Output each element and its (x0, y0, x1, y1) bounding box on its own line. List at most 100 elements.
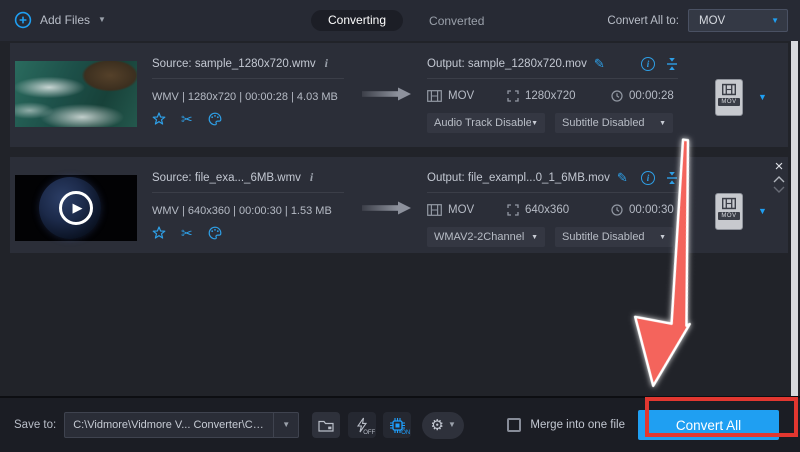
divider (152, 78, 344, 79)
source-metadata: WMV | 1280x720 | 00:00:28 | 4.03 MB (152, 91, 357, 103)
on-tag: ON (401, 430, 410, 436)
hardware-acceleration-off-button[interactable]: OFF (348, 412, 376, 438)
play-icon[interactable]: ▶ (59, 191, 93, 225)
convert-all-button[interactable]: Convert All (638, 410, 779, 440)
merge-checkbox[interactable] (507, 418, 521, 432)
audio-track-dropdown[interactable]: Audio Track Disabled ▼ (427, 113, 545, 133)
merge-option: Merge into one file (507, 418, 625, 432)
tab-converting[interactable]: Converting (311, 10, 403, 31)
save-path-value: C:\Vidmore\Vidmore V... Converter\Conver… (65, 419, 273, 431)
output-filename: Output: file_exampl...0_1_6MB.mov (427, 172, 610, 184)
chevron-down-icon: ▼ (531, 120, 538, 127)
output-resolution: 1280x720 (525, 90, 576, 102)
chevron-down-icon[interactable]: ▼ (758, 206, 767, 216)
source-filename: Source: sample_1280x720.wmv (152, 58, 316, 70)
chevron-down-icon: ▼ (771, 17, 779, 25)
info-icon[interactable]: i (310, 170, 313, 185)
settings-button[interactable]: ⚙ ▼ (422, 412, 464, 439)
file-row: ▶ Source: file_exa..._6MB.wmv i WMV | 64… (10, 157, 788, 253)
resolution-icon (507, 204, 519, 216)
chevron-down-icon: ▼ (659, 234, 666, 241)
rename-icon[interactable]: ✎ (617, 171, 628, 184)
palette-icon[interactable] (208, 226, 222, 240)
output-filename: Output: sample_1280x720.mov (427, 58, 587, 70)
scrollbar[interactable] (791, 41, 798, 396)
convert-all-to-dropdown[interactable]: MOV ▼ (688, 9, 788, 32)
tab-bar: Converting Converted (311, 10, 484, 31)
output-format-button[interactable]: MOV (715, 79, 743, 116)
output-info: Output: sample_1280x720.mov ✎ i (427, 56, 678, 133)
source-info: Source: file_exa..._6MB.wmv i WMV | 640x… (152, 170, 357, 240)
chevron-down-icon: ▼ (98, 16, 106, 24)
compress-icon[interactable] (666, 171, 678, 185)
resolution-icon (507, 90, 519, 102)
convert-all-to-label: Convert All to: (607, 15, 679, 27)
tab-converted[interactable]: Converted (429, 14, 484, 28)
chevron-down-icon[interactable]: ▼ (758, 92, 767, 102)
divider (427, 78, 678, 79)
film-icon (722, 83, 736, 96)
video-thumbnail[interactable]: ▶ (15, 175, 137, 241)
gpu-acceleration-on-button[interactable]: ON (383, 412, 411, 438)
open-folder-button[interactable] (312, 412, 340, 438)
output-duration: 00:00:30 (629, 204, 674, 216)
transfer-arrow-icon (362, 200, 412, 216)
film-icon (722, 197, 736, 210)
format-badge: MOV (718, 98, 739, 106)
subtitle-dropdown[interactable]: Subtitle Disabled ▼ (555, 227, 673, 247)
plus-circle-icon (14, 11, 32, 29)
source-info: Source: sample_1280x720.wmv i WMV | 1280… (152, 56, 357, 126)
format-badge: MOV (718, 212, 739, 220)
compress-icon[interactable] (666, 57, 678, 71)
divider (427, 192, 678, 193)
save-path-input[interactable]: C:\Vidmore\Vidmore V... Converter\Conver… (64, 412, 299, 438)
folder-icon (318, 419, 334, 432)
cut-icon[interactable]: ✂ (181, 112, 193, 126)
add-files-button[interactable]: Add Files ▼ (14, 11, 106, 29)
move-up-icon[interactable] (773, 176, 785, 183)
film-icon (427, 204, 442, 216)
bottom-toolbar: Save to: C:\Vidmore\Vidmore V... Convert… (0, 396, 800, 452)
convert-all-to-group: Convert All to: MOV ▼ (607, 9, 788, 32)
clock-icon (611, 90, 623, 102)
off-tag: OFF (363, 430, 375, 436)
transfer-arrow-icon (362, 86, 412, 102)
move-down-icon[interactable] (773, 186, 785, 193)
info-icon[interactable]: i (325, 56, 328, 71)
subtitle-dropdown[interactable]: Subtitle Disabled ▼ (555, 113, 673, 133)
top-toolbar: Add Files ▼ Converting Converted Convert… (0, 0, 800, 41)
file-row: Source: sample_1280x720.wmv i WMV | 1280… (10, 43, 788, 147)
cut-icon[interactable]: ✂ (181, 226, 193, 240)
chevron-down-icon[interactable]: ▼ (282, 421, 290, 429)
gear-icon: ⚙ (431, 418, 444, 433)
output-info-icon[interactable]: i (641, 171, 655, 185)
row-controls: × (771, 161, 787, 193)
output-duration: 00:00:28 (629, 90, 674, 102)
output-info-icon[interactable]: i (641, 57, 655, 71)
output-format: MOV (448, 90, 474, 102)
save-to-label: Save to: (14, 419, 56, 431)
output-format: MOV (448, 204, 474, 216)
convert-all-to-value: MOV (699, 15, 771, 27)
edit-effects-icon[interactable] (152, 112, 166, 126)
edit-effects-icon[interactable] (152, 226, 166, 240)
palette-icon[interactable] (208, 112, 222, 126)
video-thumbnail[interactable] (15, 61, 137, 127)
clock-icon (611, 204, 623, 216)
close-icon[interactable]: × (775, 161, 784, 173)
source-metadata: WMV | 640x360 | 00:00:30 | 1.53 MB (152, 205, 357, 217)
film-icon (427, 90, 442, 102)
video-converter-window: Add Files ▼ Converting Converted Convert… (0, 0, 800, 452)
divider (152, 192, 344, 193)
chevron-down-icon: ▼ (531, 234, 538, 241)
rename-icon[interactable]: ✎ (594, 57, 605, 70)
chevron-down-icon: ▼ (659, 120, 666, 127)
output-resolution: 640x360 (525, 204, 569, 216)
output-format-button[interactable]: MOV (715, 193, 743, 230)
chevron-down-icon: ▼ (448, 421, 456, 429)
add-files-label: Add Files (40, 13, 90, 27)
audio-track-dropdown[interactable]: WMAV2-2Channel ▼ (427, 227, 545, 247)
source-filename: Source: file_exa..._6MB.wmv (152, 172, 301, 184)
output-info: Output: file_exampl...0_1_6MB.mov ✎ i (427, 170, 678, 247)
merge-label: Merge into one file (530, 419, 625, 431)
